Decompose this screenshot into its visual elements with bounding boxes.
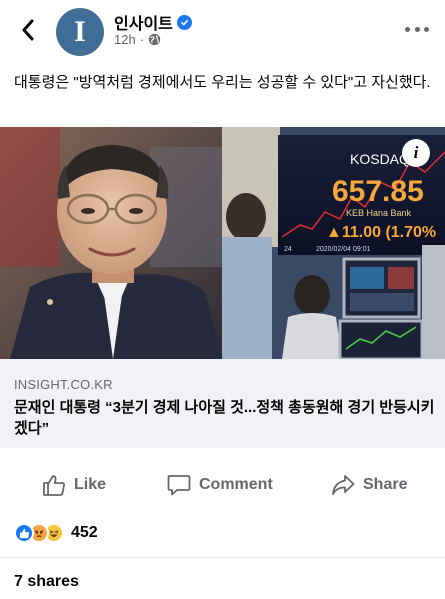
like-button[interactable]: Like — [42, 474, 106, 496]
comment-icon — [167, 475, 191, 496]
reactions-summary[interactable]: 452 — [14, 523, 98, 543]
comment-button[interactable]: Comment — [167, 474, 273, 496]
reaction-count: 452 — [71, 524, 98, 541]
screen-prefix: 24 — [284, 246, 292, 253]
link-title: 문재인 대통령 “3분기 경제 나아질 것...정책 총동원해 경기 반등시키겠… — [14, 399, 435, 437]
info-button[interactable]: i — [402, 139, 430, 167]
info-icon: i — [413, 143, 419, 162]
news-photo: KOSDAQ 657.85 KEB Hana Bank ▲11.00 (1.70… — [0, 127, 445, 359]
post-timestamp[interactable]: 12h — [114, 32, 136, 47]
divider — [0, 557, 445, 558]
comment-label: Comment — [199, 476, 273, 493]
kosdaq-label: KOSDAQ — [350, 151, 410, 167]
post-meta: 12h · — [114, 32, 161, 47]
verified-badge-icon — [176, 14, 192, 30]
action-bar: Like Comment Share — [0, 462, 445, 510]
kosdaq-value: 657.85 — [332, 175, 424, 208]
share-button[interactable]: Share — [331, 474, 407, 496]
chevron-left-icon — [22, 19, 34, 41]
share-icon — [332, 475, 355, 495]
board-date: 2020/02/04 09:01 — [316, 246, 371, 253]
back-button[interactable] — [14, 14, 42, 46]
like-reaction-icon — [14, 523, 34, 543]
more-dot — [414, 26, 420, 32]
thumbs-up-icon — [43, 475, 65, 496]
meta-separator: · — [139, 32, 145, 47]
shares-count[interactable]: 7 shares — [14, 573, 79, 591]
share-label: Share — [363, 476, 408, 493]
post-header: I 인사이트 12h · — [0, 0, 445, 64]
bank-label: KEB Hana Bank — [346, 208, 412, 218]
more-options-button[interactable] — [405, 22, 429, 36]
page-name-row: 인사이트 — [114, 10, 192, 34]
more-dot — [424, 26, 429, 32]
page-avatar[interactable]: I — [56, 8, 104, 56]
avatar-logo-letter: I — [74, 15, 86, 48]
kosdaq-change: ▲11.00 (1.70% — [326, 224, 436, 241]
link-domain: INSIGHT.CO.KR — [14, 377, 113, 392]
like-label: Like — [74, 476, 107, 493]
link-preview[interactable]: INSIGHT.CO.KR 문재인 대통령 “3분기 경제 나아질 것...정책… — [0, 359, 445, 448]
more-horizontal-icon — [405, 26, 410, 32]
post-text: 대통령은 "방역처럼 경제에서도 우리는 성공할 수 있다"고 자신했다. — [14, 74, 431, 91]
globe-icon — [148, 33, 161, 46]
link-image[interactable]: KOSDAQ 657.85 KEB Hana Bank ▲11.00 (1.70… — [0, 127, 445, 359]
page-name[interactable]: 인사이트 — [114, 10, 173, 34]
